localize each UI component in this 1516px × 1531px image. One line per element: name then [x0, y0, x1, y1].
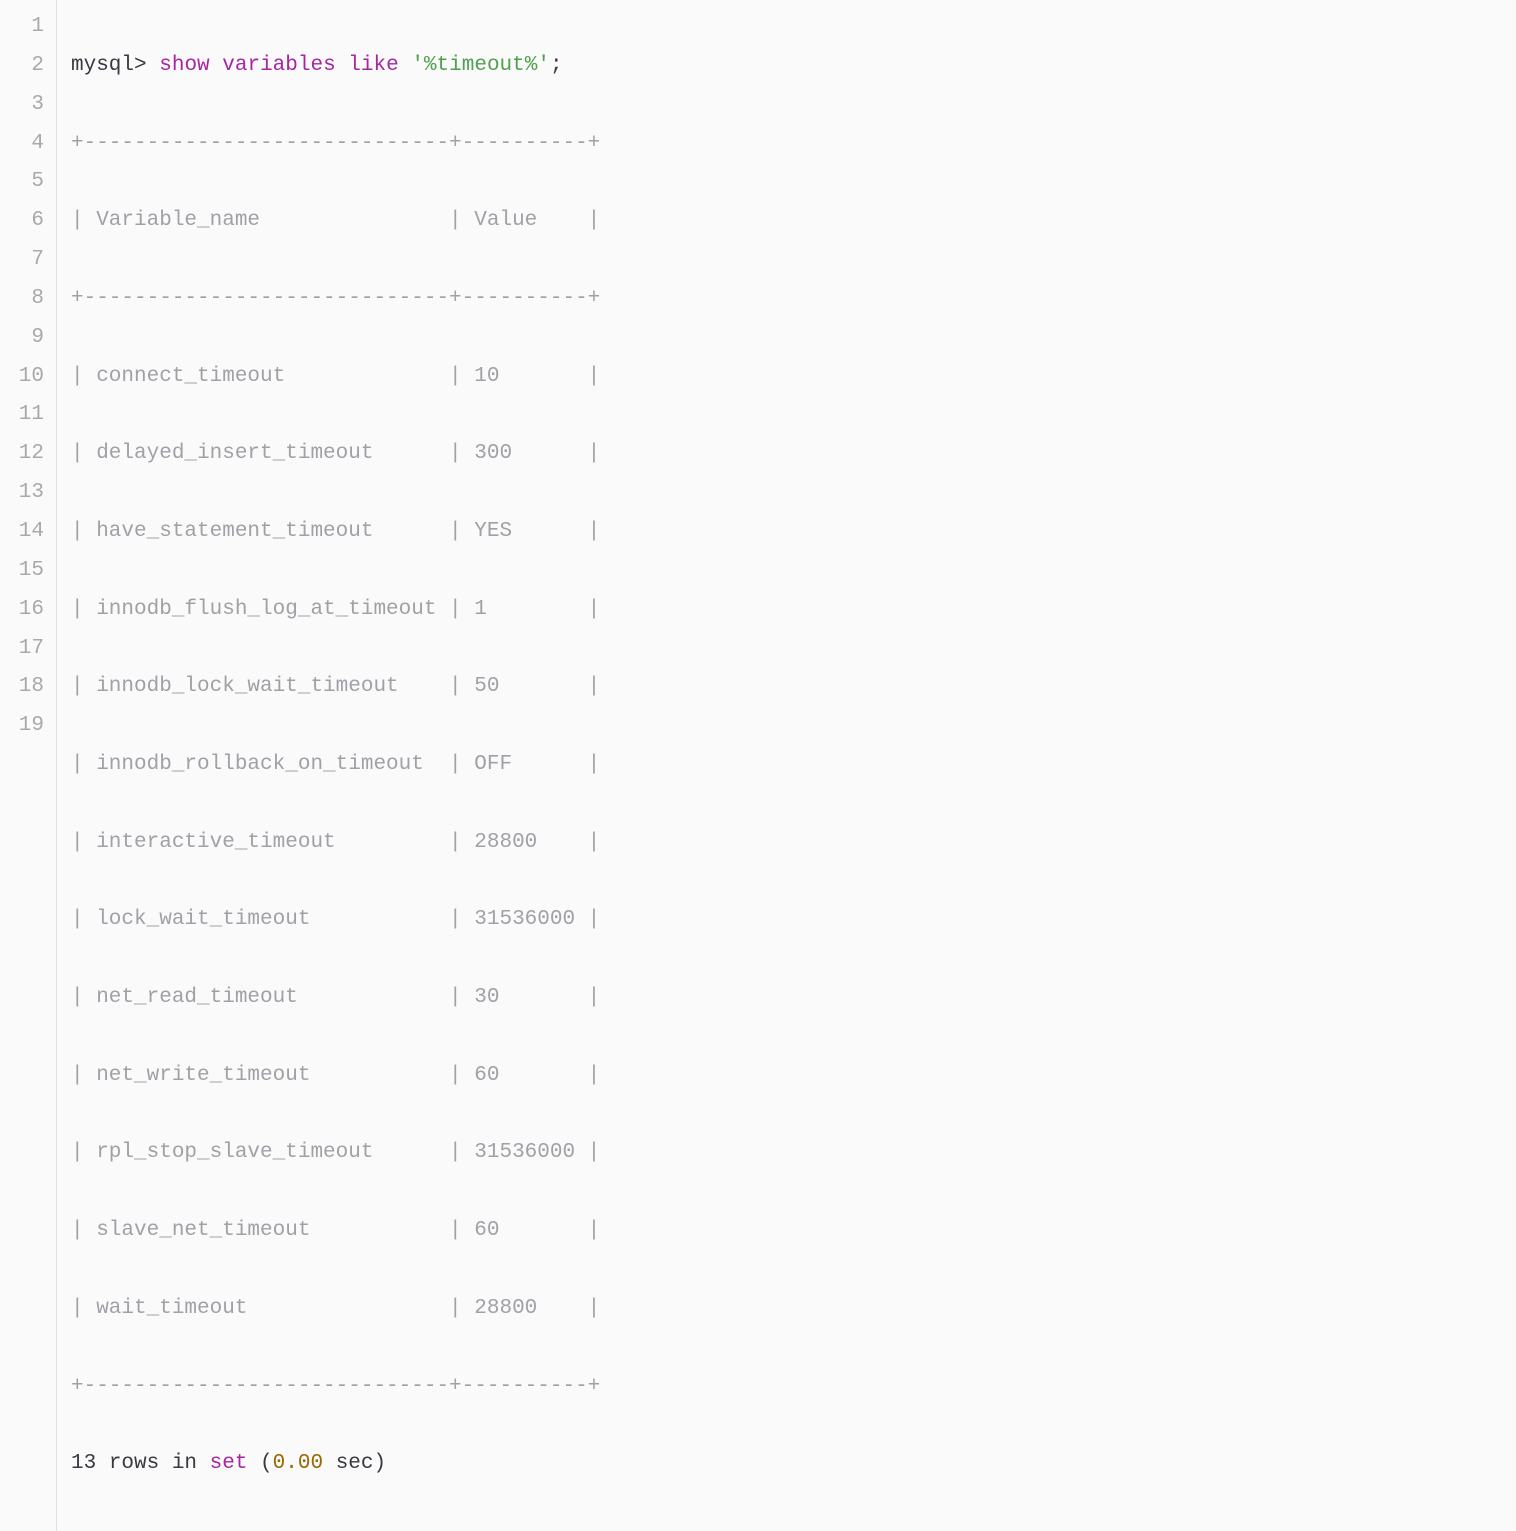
code-line: | innodb_flush_log_at_timeout | 1 | [71, 591, 1516, 630]
code-line: | innodb_lock_wait_timeout | 50 | [71, 668, 1516, 707]
line-number: 15 [10, 552, 44, 591]
prompt-text: mysql> [71, 54, 147, 77]
line-number: 13 [10, 474, 44, 513]
code-line: | delayed_insert_timeout | 300 | [71, 435, 1516, 474]
line-number: 16 [10, 591, 44, 630]
code-line: | Variable_name | Value | [71, 202, 1516, 241]
line-number: 17 [10, 630, 44, 669]
line-number: 10 [10, 358, 44, 397]
footer-text: rows in [96, 1452, 209, 1475]
code-line: mysql> show variables like '%timeout%'; [71, 47, 1516, 86]
string-arg: '%timeout%' [411, 54, 550, 77]
line-number: 12 [10, 435, 44, 474]
code-line: +-----------------------------+---------… [71, 125, 1516, 164]
code-line: | interactive_timeout | 28800 | [71, 824, 1516, 863]
code-line: | slave_net_timeout | 60 | [71, 1212, 1516, 1251]
line-number: 19 [10, 707, 44, 746]
table-row: | connect_timeout | 10 | [71, 365, 600, 388]
table-border: +-----------------------------+---------… [71, 1375, 600, 1398]
table-row: | innodb_flush_log_at_timeout | 1 | [71, 598, 600, 621]
footer-text: sec) [323, 1452, 386, 1475]
line-number: 3 [10, 86, 44, 125]
table-row: | wait_timeout | 28800 | [71, 1297, 600, 1320]
table-row: | delayed_insert_timeout | 300 | [71, 442, 600, 465]
line-number: 11 [10, 396, 44, 435]
exec-time: 0.00 [273, 1452, 323, 1475]
code-block: 1 2 3 4 5 6 7 8 9 10 11 12 13 14 15 16 1… [0, 0, 1516, 1531]
line-number: 7 [10, 241, 44, 280]
code-line: | innodb_rollback_on_timeout | OFF | [71, 746, 1516, 785]
line-number: 14 [10, 513, 44, 552]
keyword-set: set [210, 1452, 248, 1475]
table-header: | Variable_name | Value | [71, 209, 600, 232]
keyword-variables: variables [222, 54, 335, 77]
terminator: ; [550, 54, 563, 77]
line-number: 6 [10, 202, 44, 241]
code-line: | wait_timeout | 28800 | [71, 1290, 1516, 1329]
table-border: +-----------------------------+---------… [71, 132, 600, 155]
code-line: | have_statement_timeout | YES | [71, 513, 1516, 552]
row-count: 13 [71, 1452, 96, 1475]
line-number: 5 [10, 163, 44, 202]
code-line: | net_write_timeout | 60 | [71, 1057, 1516, 1096]
footer-text: ( [247, 1452, 272, 1475]
code-line: 13 rows in set (0.00 sec) [71, 1445, 1516, 1484]
code-line: | rpl_stop_slave_timeout | 31536000 | [71, 1134, 1516, 1173]
code-line: +-----------------------------+---------… [71, 280, 1516, 319]
line-number: 2 [10, 47, 44, 86]
keyword-show: show [159, 54, 209, 77]
code-content: mysql> show variables like '%timeout%'; … [56, 0, 1516, 1531]
table-row: | lock_wait_timeout | 31536000 | [71, 908, 600, 931]
line-number: 9 [10, 319, 44, 358]
code-line: | lock_wait_timeout | 31536000 | [71, 901, 1516, 940]
table-border: +-----------------------------+---------… [71, 287, 600, 310]
table-row: | innodb_lock_wait_timeout | 50 | [71, 675, 600, 698]
line-number: 4 [10, 125, 44, 164]
code-line: | net_read_timeout | 30 | [71, 979, 1516, 1018]
line-number: 18 [10, 668, 44, 707]
table-row: | net_read_timeout | 30 | [71, 986, 600, 1009]
table-row: | slave_net_timeout | 60 | [71, 1219, 600, 1242]
line-number-gutter: 1 2 3 4 5 6 7 8 9 10 11 12 13 14 15 16 1… [0, 0, 56, 1531]
table-row: | net_write_timeout | 60 | [71, 1064, 600, 1087]
code-line: +-----------------------------+---------… [71, 1368, 1516, 1407]
keyword-like: like [348, 54, 398, 77]
table-row: | rpl_stop_slave_timeout | 31536000 | [71, 1141, 600, 1164]
table-row: | interactive_timeout | 28800 | [71, 831, 600, 854]
table-row: | innodb_rollback_on_timeout | OFF | [71, 753, 600, 776]
code-line: | connect_timeout | 10 | [71, 358, 1516, 397]
line-number: 8 [10, 280, 44, 319]
line-number: 1 [10, 8, 44, 47]
table-row: | have_statement_timeout | YES | [71, 520, 600, 543]
